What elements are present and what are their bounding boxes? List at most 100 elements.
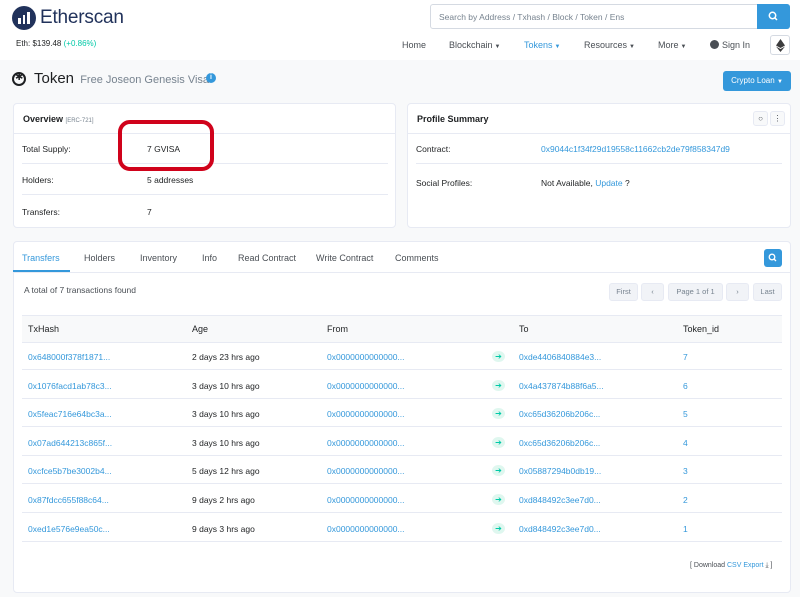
row-divider xyxy=(22,454,782,456)
to-address-link[interactable]: 0xd848492c3ee7d0... xyxy=(519,495,601,505)
token-id-link[interactable]: 5 xyxy=(683,409,688,419)
tab-transfers[interactable]: Transfers xyxy=(22,253,60,263)
from-address-link[interactable]: 0x0000000000000... xyxy=(327,438,405,448)
eth-price-value: Eth: $139.48 xyxy=(16,39,62,48)
to-address-link[interactable]: 0x4a437874b88f6a5... xyxy=(519,381,604,391)
from-address-link[interactable]: 0x0000000000000... xyxy=(327,495,405,505)
search-icon xyxy=(768,253,777,262)
transactions-summary: A total of 7 transactions found xyxy=(24,285,136,295)
to-address-link[interactable]: 0x05887294b0db19... xyxy=(519,466,601,476)
token-id-link[interactable]: 3 xyxy=(683,466,688,476)
csv-export-link[interactable]: CSV Export xyxy=(727,562,764,569)
info-icon[interactable]: i xyxy=(206,73,216,83)
txhash-link[interactable]: 0x87fdcc655f88c64... xyxy=(28,495,109,505)
search-box[interactable]: Search by Address / Txhash / Block / Tok… xyxy=(430,4,790,29)
age-cell: 9 days 3 hrs ago xyxy=(192,523,255,534)
token-id-link[interactable]: 7 xyxy=(683,352,688,362)
filter-search-button[interactable] xyxy=(764,249,782,267)
help-icon[interactable]: ? xyxy=(625,178,630,188)
col-to: To xyxy=(519,324,529,334)
more-options-icon[interactable]: ⋮ xyxy=(770,111,785,126)
site-name: Etherscan xyxy=(40,7,124,28)
token-standard: [ERC-721] xyxy=(65,118,94,124)
tab-inventory[interactable]: Inventory xyxy=(140,253,177,263)
token-icon xyxy=(12,72,26,86)
from-address-link[interactable]: 0x0000000000000... xyxy=(327,352,405,362)
etherscan-logo-icon xyxy=(12,6,36,30)
nav-resources[interactable]: Resources ▼ xyxy=(584,40,635,50)
nav-blockchain-label: Blockchain xyxy=(449,40,493,50)
etherscan-logo[interactable]: Etherscan xyxy=(12,6,124,30)
transfers-value: 7 xyxy=(147,207,152,217)
pagination-next[interactable]: › xyxy=(726,283,749,301)
nav-resources-label: Resources xyxy=(584,40,628,50)
nav-more[interactable]: More ▼ xyxy=(658,40,686,50)
tab-holders[interactable]: Holders xyxy=(84,253,115,263)
txhash-link[interactable]: 0x1076facd1ab78c3... xyxy=(28,381,112,391)
table-header xyxy=(22,315,782,343)
search-button[interactable] xyxy=(757,4,790,29)
token-id-link[interactable]: 2 xyxy=(683,495,688,505)
row-divider xyxy=(22,426,782,428)
arrow-right-icon: ➔ xyxy=(492,379,505,391)
from-address-link[interactable]: 0x0000000000000... xyxy=(327,524,405,534)
tab-write-contract[interactable]: Write Contract xyxy=(316,253,373,263)
contract-address-link[interactable]: 0x9044c1f34f29d19558c11662cb2de79f858347… xyxy=(541,144,730,154)
social-profiles-status: Not Available, xyxy=(541,178,593,188)
token-id-link[interactable]: 1 xyxy=(683,524,688,534)
chevron-down-icon: ▼ xyxy=(494,44,501,50)
from-address-link[interactable]: 0x0000000000000... xyxy=(327,409,405,419)
nav-tokens[interactable]: Tokens ▼ xyxy=(524,40,560,50)
network-button[interactable] xyxy=(770,35,790,55)
to-address-link[interactable]: 0xde4406840884e3... xyxy=(519,352,601,362)
divider xyxy=(416,163,782,164)
eth-price-change: (+0.86%) xyxy=(63,39,97,48)
pagination-last[interactable]: Last xyxy=(753,283,782,301)
circle-icon[interactable]: ○ xyxy=(753,111,768,126)
age-cell: 3 days 10 hrs ago xyxy=(192,409,260,420)
divider xyxy=(22,194,388,195)
profile-summary-header: Profile Summary xyxy=(408,104,790,134)
search-input[interactable]: Search by Address / Txhash / Block / Tok… xyxy=(439,12,624,22)
col-token-id: Token_id xyxy=(683,324,720,334)
pagination-first[interactable]: First xyxy=(609,283,638,301)
page-title-label: Token xyxy=(34,70,75,87)
nav-blockchain[interactable]: Blockchain ▼ xyxy=(449,40,500,50)
token-id-link[interactable]: 6 xyxy=(683,381,688,391)
txhash-link[interactable]: 0x07ad644213c865f... xyxy=(28,438,112,448)
total-supply-label: Total Supply: xyxy=(22,144,71,154)
txhash-link[interactable]: 0x648000f378f1871... xyxy=(28,352,110,362)
nav-more-label: More xyxy=(658,40,679,50)
chevron-down-icon: ▼ xyxy=(554,44,561,50)
holders-value: 5 addresses xyxy=(147,175,194,185)
col-from: From xyxy=(327,324,348,334)
to-address-link[interactable]: 0xc65d36206b206c... xyxy=(519,438,600,448)
arrow-right-icon: ➔ xyxy=(492,522,505,534)
tab-read-contract[interactable]: Read Contract xyxy=(238,253,296,263)
token-id-link[interactable]: 4 xyxy=(683,438,688,448)
tab-info[interactable]: Info xyxy=(202,253,217,263)
txhash-link[interactable]: 0x5feac716e64bc3a... xyxy=(28,409,112,419)
txhash-link[interactable]: 0xcfce5b7be3002b4... xyxy=(28,466,112,476)
to-address-link[interactable]: 0xd848492c3ee7d0... xyxy=(519,524,601,534)
to-address-link[interactable]: 0xc65d36206b206c... xyxy=(519,409,600,419)
from-address-link[interactable]: 0x0000000000000... xyxy=(327,466,405,476)
divider xyxy=(13,272,791,273)
txhash-link[interactable]: 0xed1e576e9ea50c... xyxy=(28,524,110,534)
from-address-link[interactable]: 0x0000000000000... xyxy=(327,381,405,391)
nav-home[interactable]: Home xyxy=(402,40,426,50)
chevron-down-icon: ▼ xyxy=(629,44,635,50)
pagination-prev[interactable]: ‹ xyxy=(641,283,664,301)
profile-summary-card: Profile Summary xyxy=(407,103,791,228)
nav-sign-in[interactable]: Sign In xyxy=(710,40,750,50)
sign-in-label: Sign In xyxy=(722,40,751,50)
col-age: Age xyxy=(192,324,209,334)
arrow-right-icon: ➔ xyxy=(492,436,505,448)
holders-label: Holders: xyxy=(22,175,54,185)
user-icon xyxy=(710,40,719,49)
tab-comments[interactable]: Comments xyxy=(395,253,439,263)
update-link[interactable]: Update xyxy=(595,178,622,188)
crypto-loan-button[interactable]: Crypto Loan ▼ xyxy=(723,71,791,91)
overview-title: Overview xyxy=(23,114,64,124)
download-csv: [ Download CSV Export ⤓ ] xyxy=(690,562,773,570)
